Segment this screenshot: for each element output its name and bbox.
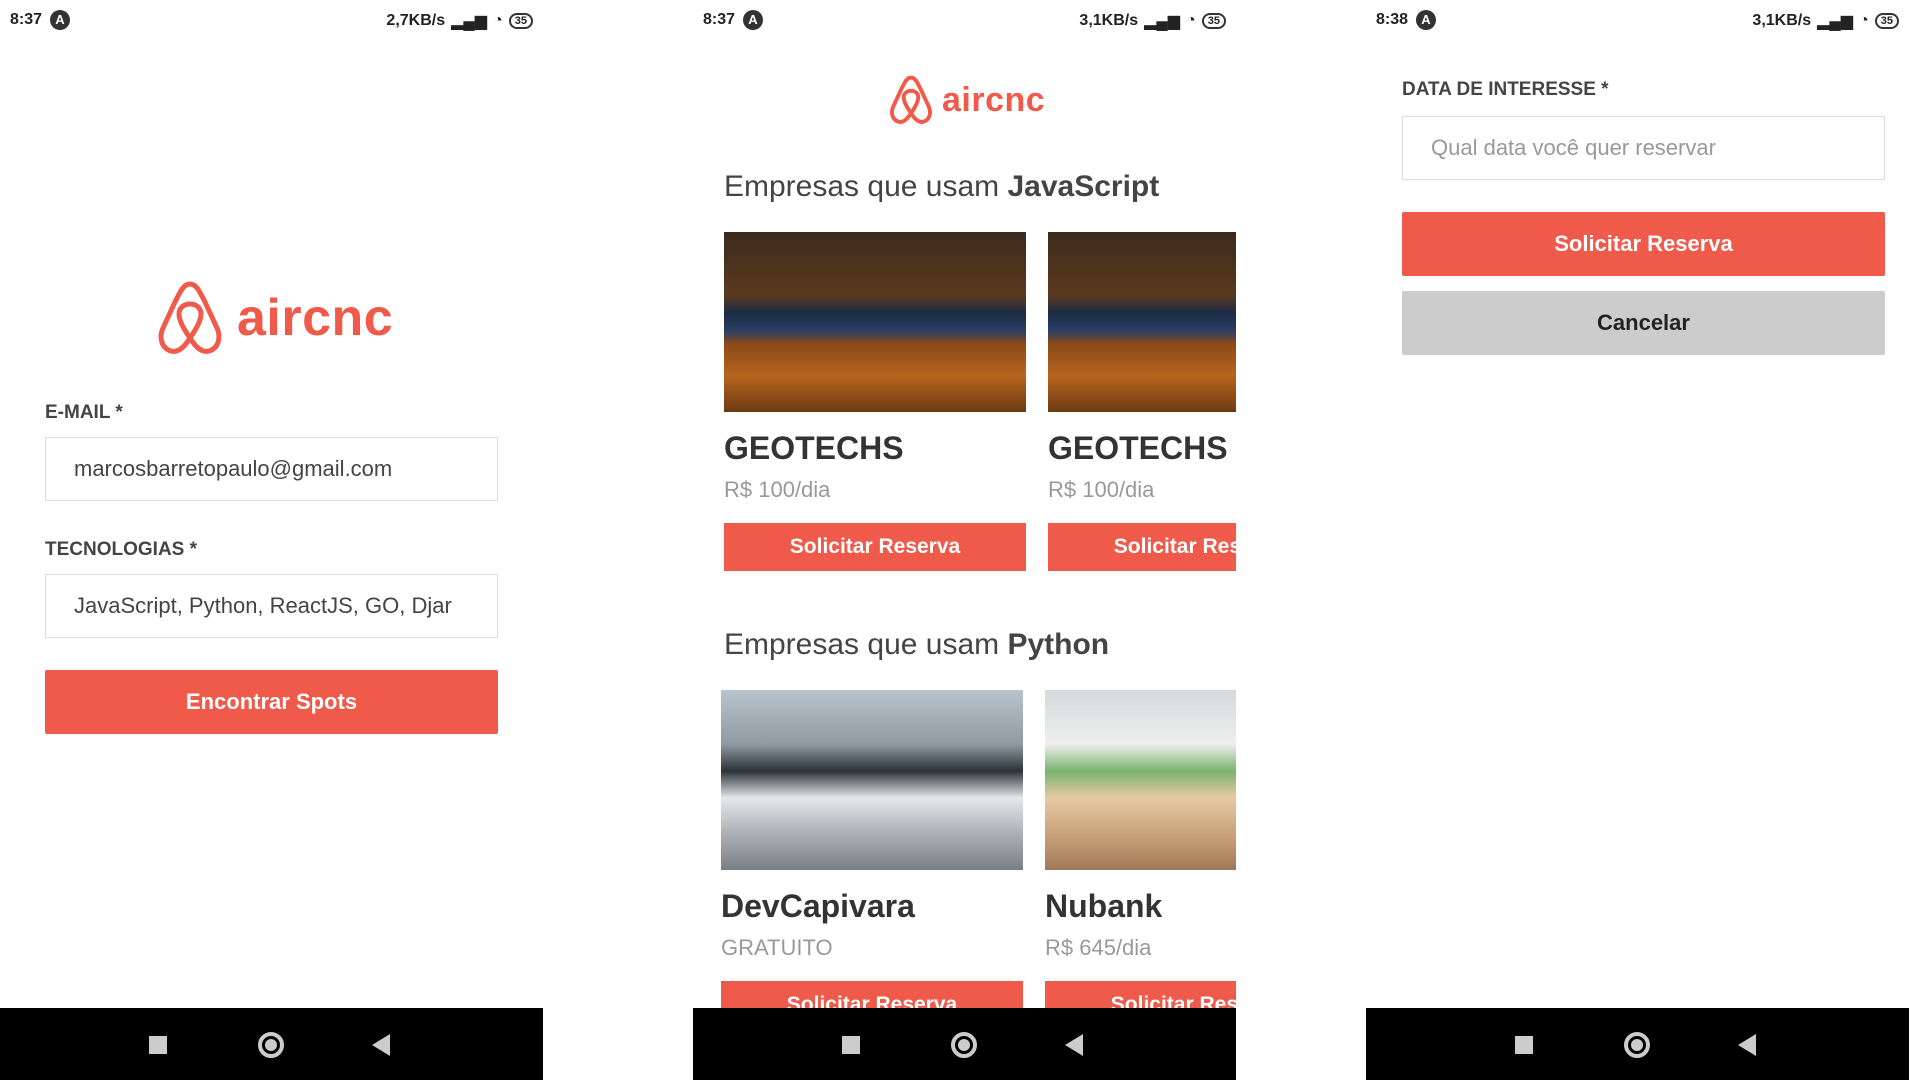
android-navbar: [1366, 1008, 1909, 1080]
android-navbar: [0, 1008, 543, 1080]
wifi-icon: ◔: [1859, 12, 1869, 29]
spot-row-javascript[interactable]: GEOTECHS R$ 100/dia Solicitar Reserva GE…: [693, 230, 1236, 590]
wifi-icon: ◔: [493, 12, 503, 29]
nav-square-icon[interactable]: [1515, 1036, 1533, 1054]
spot-card: DevCapivara GRATUITO Solicitar Reserva: [721, 690, 1023, 1008]
list-screen: 8:37 A 3,1KB/s ▂▄▆ ◔ 35 aircnc Empresas …: [693, 0, 1236, 1080]
app-logo: aircnc: [155, 280, 393, 356]
spot-card: GEOTECHS R$ 100/dia Solicitar Reserva: [724, 232, 1026, 571]
section-prefix: Empresas que usam: [724, 170, 1008, 203]
status-bar: 8:38 A 3,1KB/s ▂▄▆ ◔ 35: [1366, 0, 1909, 40]
spot-company: Nubank: [1045, 888, 1163, 924]
a-icon: A: [743, 10, 763, 30]
nav-home-icon[interactable]: [258, 1032, 284, 1058]
signal-icon: ▂▄▆: [451, 13, 488, 30]
android-navbar: [693, 1008, 1236, 1080]
spot-company: DevCapivara: [721, 888, 915, 924]
section-title-python: Empresas que usam Python: [724, 628, 1109, 662]
spot-company: GEOTECHS: [724, 430, 904, 466]
airbnb-logo-icon: [158, 281, 222, 354]
request-booking-button[interactable]: Solicitar Reserva: [721, 981, 1023, 1008]
cancel-button[interactable]: Cancelar: [1402, 291, 1885, 355]
nav-home-icon[interactable]: [951, 1032, 977, 1058]
request-booking-button[interactable]: Solicitar Reserva: [1048, 523, 1236, 571]
login-screen: 8:37 A 2,7KB/s ▂▄▆ ◔ 35 aircnc E-MAIL * …: [0, 0, 543, 1080]
a-icon: A: [1416, 10, 1436, 30]
signal-icon: ▂▄▆: [1817, 13, 1854, 30]
date-field[interactable]: Qual data você quer reservar: [1402, 116, 1885, 180]
signal-icon: ▂▄▆: [1144, 13, 1181, 30]
wifi-icon: ◔: [1186, 12, 1196, 29]
email-label: E-MAIL *: [45, 402, 123, 423]
spot-thumbnail: [1045, 690, 1236, 870]
booking-screen: 8:38 A 3,1KB/s ▂▄▆ ◔ 35 DATA DE INTERESS…: [1366, 0, 1909, 1080]
nav-back-icon[interactable]: [1065, 1034, 1083, 1056]
spot-price: R$ 100/dia: [724, 477, 831, 502]
status-time: 8:38: [1376, 11, 1409, 28]
spot-card: GEOTECHS R$ 100/dia Solicitar Reserva: [1048, 232, 1236, 571]
a-icon: A: [50, 10, 70, 30]
request-booking-button[interactable]: Solicitar Reserva: [1045, 981, 1236, 1008]
battery-icon: 35: [508, 13, 533, 29]
battery-icon: 35: [1874, 13, 1899, 29]
section-title-javascript: Empresas que usam JavaScript: [724, 170, 1159, 204]
status-time: 8:37: [10, 11, 43, 28]
section-tech: Python: [1007, 628, 1110, 661]
spot-price: R$ 645/dia: [1045, 935, 1152, 960]
spot-thumbnail: [721, 690, 1023, 870]
spot-row-python[interactable]: DevCapivara GRATUITO Solicitar Reserva N…: [693, 688, 1236, 1008]
section-prefix: Empresas que usam: [724, 628, 1008, 661]
status-right: 2,7KB/s ▂▄▆ ◔ 35: [386, 11, 533, 31]
section-tech: JavaScript: [1007, 170, 1160, 203]
status-right: 3,1KB/s ▂▄▆ ◔ 35: [1752, 11, 1899, 31]
logo-text: aircnc: [237, 289, 394, 347]
spot-thumbnail: [1048, 232, 1236, 412]
request-booking-button[interactable]: Solicitar Reserva: [1402, 212, 1885, 276]
logo-text: aircnc: [942, 80, 1046, 119]
spot-price: R$ 100/dia: [1048, 477, 1155, 502]
spot-company: GEOTECHS: [1048, 430, 1228, 466]
request-booking-button[interactable]: Solicitar Reserva: [724, 523, 1026, 571]
tech-label: TECNOLOGIAS *: [45, 539, 198, 560]
status-bar: 8:37 A 2,7KB/s ▂▄▆ ◔ 35: [0, 0, 543, 40]
nav-back-icon[interactable]: [372, 1034, 390, 1056]
find-spots-button[interactable]: Encontrar Spots: [45, 670, 498, 734]
airbnb-logo-icon: [890, 75, 932, 124]
network-speed: 3,1KB/s: [1079, 12, 1139, 29]
network-speed: 3,1KB/s: [1752, 12, 1812, 29]
email-field[interactable]: marcosbarretopaulo@gmail.com: [45, 437, 498, 501]
nav-back-icon[interactable]: [1738, 1034, 1756, 1056]
nav-home-icon[interactable]: [1624, 1032, 1650, 1058]
spot-card: Nubank R$ 645/dia Solicitar Reserva: [1045, 690, 1236, 1008]
status-bar: 8:37 A 3,1KB/s ▂▄▆ ◔ 35: [693, 0, 1236, 40]
tech-field[interactable]: JavaScript, Python, ReactJS, GO, Djar: [45, 574, 498, 638]
date-label: DATA DE INTERESSE *: [1402, 79, 1609, 100]
network-speed: 2,7KB/s: [386, 12, 446, 29]
status-time: 8:37: [703, 11, 736, 28]
spot-price: GRATUITO: [721, 935, 833, 960]
battery-icon: 35: [1201, 13, 1226, 29]
status-right: 3,1KB/s ▂▄▆ ◔ 35: [1079, 11, 1226, 31]
nav-square-icon[interactable]: [149, 1036, 167, 1054]
spot-thumbnail: [724, 232, 1026, 412]
app-logo: aircnc: [888, 75, 1045, 125]
nav-square-icon[interactable]: [842, 1036, 860, 1054]
